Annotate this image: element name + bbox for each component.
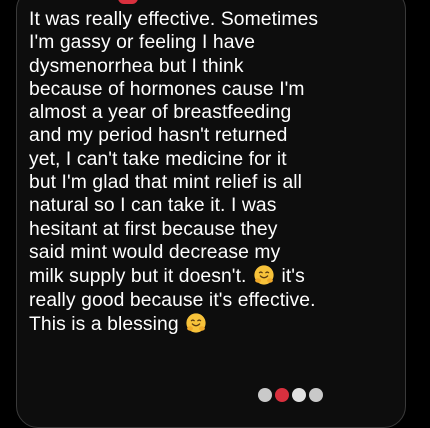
message-line: almost a year of breastfeeding [29, 102, 292, 124]
message-line: yet, I can't take medicine for it [29, 148, 287, 170]
message-line: hesitant at first because they [29, 218, 278, 240]
message-line: because of hormones cause I'm [29, 78, 305, 100]
message-line: said mint would decrease my [29, 241, 281, 263]
message-line-with-emoji: This is a blessing [29, 312, 409, 336]
hugging-face-emoji-icon [254, 265, 274, 285]
message-line: natural so I can take it. I was [29, 195, 277, 217]
message-line: dysmenorrhea but I think [29, 55, 244, 77]
message-segment: milk supply but it doesn't. [29, 266, 247, 288]
message-line: really good because it's effective. [29, 289, 316, 311]
message-line: It was really effective. Sometimes [29, 9, 319, 30]
message-line-with-emoji: milk supply but it doesn't. it's [29, 264, 409, 288]
message-segment: it's [281, 266, 305, 288]
message-line: and my period hasn't returned [29, 125, 288, 147]
message-segment: This is a blessing [29, 313, 179, 335]
message-line: I'm gassy or feeling I have [29, 32, 256, 54]
message-text: It was really effective. Sometimes I'm g… [29, 8, 409, 336]
message-line: but I'm glad that mint relief is all [29, 172, 303, 194]
hugging-face-emoji-icon [186, 313, 206, 333]
